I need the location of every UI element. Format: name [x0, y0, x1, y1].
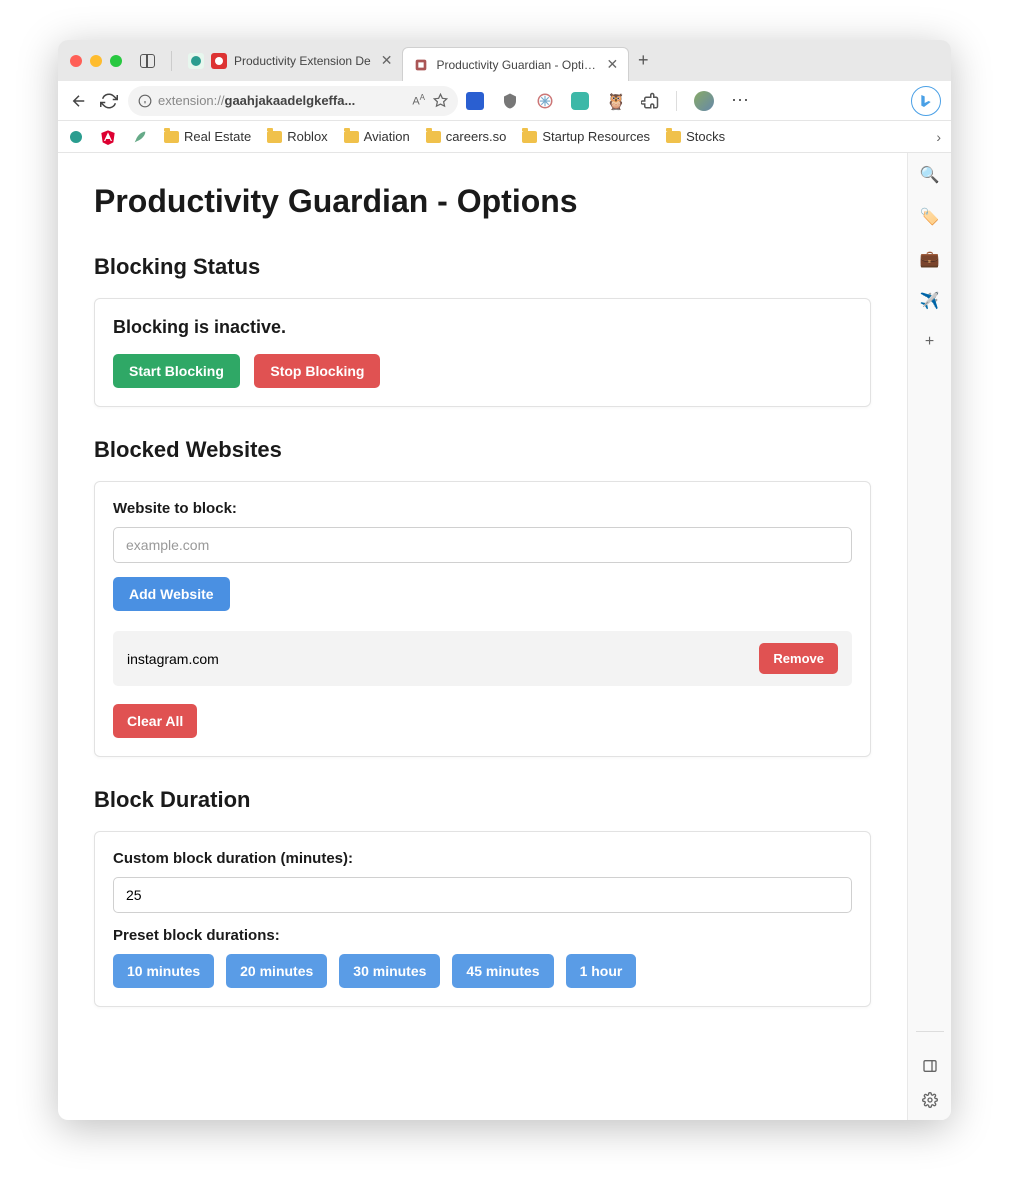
clear-all-button[interactable]: Clear All — [113, 704, 197, 738]
bookmark-angular[interactable] — [100, 129, 116, 145]
send-sidebar-icon[interactable]: ✈️ — [920, 291, 940, 311]
ext-claude-icon[interactable] — [536, 92, 554, 110]
recording-icon — [211, 53, 227, 69]
minimize-window-button[interactable] — [90, 55, 102, 67]
text-size-icon[interactable]: AA — [412, 93, 425, 108]
bookmark-feather[interactable] — [132, 129, 148, 145]
tab-1[interactable]: Productivity Extension De ✕ — [178, 44, 402, 78]
window-controls — [70, 55, 122, 67]
bing-button[interactable] — [911, 86, 941, 116]
duration-card: Custom block duration (minutes): Preset … — [94, 831, 871, 1007]
ext-bitwarden-icon[interactable] — [466, 92, 484, 110]
folder-icon — [426, 131, 441, 143]
tab-2-active[interactable]: Productivity Guardian - Options ✕ — [402, 47, 629, 81]
sidebar-toggle-icon[interactable] — [140, 54, 155, 68]
new-tab-button[interactable]: + — [629, 47, 657, 75]
bookmark-stocks[interactable]: Stocks — [666, 129, 725, 144]
close-tab-1-icon[interactable]: ✕ — [381, 52, 393, 69]
folder-icon — [267, 131, 282, 143]
back-button[interactable] — [68, 90, 90, 112]
bookmark-real-estate[interactable]: Real Estate — [164, 129, 251, 144]
ext-shield-icon[interactable] — [501, 92, 519, 110]
folder-icon — [344, 131, 359, 143]
preset-1h-button[interactable]: 1 hour — [566, 954, 637, 988]
extensions-icon[interactable] — [641, 92, 659, 110]
preset-30-button[interactable]: 30 minutes — [339, 954, 440, 988]
panel-sidebar-icon[interactable] — [922, 1058, 938, 1074]
search-sidebar-icon[interactable]: 🔍 — [920, 165, 940, 185]
more-menu-button[interactable]: ⋯ — [731, 90, 750, 111]
briefcase-sidebar-icon[interactable]: 💼 — [920, 249, 940, 269]
duration-heading: Block Duration — [94, 787, 871, 813]
profile-avatar[interactable] — [694, 91, 714, 111]
add-website-button[interactable]: Add Website — [113, 577, 230, 611]
add-sidebar-icon[interactable]: + — [925, 333, 934, 351]
right-sidebar: 🔍 🏷️ 💼 ✈️ + — [907, 153, 951, 1120]
tab-favicon-1 — [188, 53, 204, 69]
preset-10-button[interactable]: 10 minutes — [113, 954, 214, 988]
bookmarks-bar: Real Estate Roblox Aviation careers.so S… — [58, 121, 951, 153]
ext-owl-icon[interactable]: 🦉 — [606, 92, 624, 110]
tab-title-1: Productivity Extension De — [234, 54, 371, 68]
folder-icon — [522, 131, 537, 143]
blocked-heading: Blocked Websites — [94, 437, 871, 463]
custom-duration-input[interactable] — [113, 877, 852, 913]
status-text: Blocking is inactive. — [113, 317, 852, 338]
blocked-site-domain: instagram.com — [127, 651, 219, 667]
bookmark-startup[interactable]: Startup Resources — [522, 129, 650, 144]
tab-title-2: Productivity Guardian - Options — [436, 58, 596, 72]
address-bar[interactable]: extension://gaahjakaadelgkeffa... AA — [128, 86, 458, 116]
bookmark-careers[interactable]: careers.so — [426, 129, 507, 144]
start-blocking-button[interactable]: Start Blocking — [113, 354, 240, 388]
maximize-window-button[interactable] — [110, 55, 122, 67]
preset-duration-label: Preset block durations: — [113, 927, 852, 944]
info-icon — [138, 94, 152, 108]
preset-45-button[interactable]: 45 minutes — [452, 954, 553, 988]
bookmarks-overflow-button[interactable]: › — [936, 129, 941, 145]
website-input-label: Website to block: — [113, 500, 852, 517]
custom-duration-label: Custom block duration (minutes): — [113, 850, 852, 867]
settings-sidebar-icon[interactable] — [922, 1092, 938, 1108]
close-tab-2-icon[interactable]: ✕ — [606, 56, 618, 73]
folder-icon — [164, 131, 179, 143]
website-input[interactable] — [113, 527, 852, 563]
folder-icon — [666, 131, 681, 143]
ext-teal-icon[interactable] — [571, 92, 589, 110]
remove-site-button[interactable]: Remove — [759, 643, 838, 674]
blocked-site-row: instagram.com Remove — [113, 631, 852, 686]
address-text: extension://gaahjakaadelgkeffa... — [158, 93, 355, 108]
tab-favicon-2 — [413, 57, 429, 73]
browser-window: Productivity Extension De ✕ Productivity… — [58, 40, 951, 1120]
toolbar: extension://gaahjakaadelgkeffa... AA 🦉 ⋯ — [58, 81, 951, 121]
favorite-icon[interactable] — [433, 93, 448, 108]
preset-row: 10 minutes 20 minutes 30 minutes 45 minu… — [113, 954, 852, 988]
status-heading: Blocking Status — [94, 254, 871, 280]
page-title: Productivity Guardian - Options — [94, 183, 871, 220]
page-content: Productivity Guardian - Options Blocking… — [58, 153, 907, 1120]
stop-blocking-button[interactable]: Stop Blocking — [254, 354, 380, 388]
status-card: Blocking is inactive. Start Blocking Sto… — [94, 298, 871, 407]
bookmark-aviation[interactable]: Aviation — [344, 129, 410, 144]
preset-20-button[interactable]: 20 minutes — [226, 954, 327, 988]
extension-icons: 🦉 ⋯ — [466, 90, 750, 111]
blocked-card: Website to block: Add Website instagram.… — [94, 481, 871, 757]
tab-bar: Productivity Extension De ✕ Productivity… — [58, 40, 951, 81]
bookmark-openai[interactable] — [68, 129, 84, 145]
close-window-button[interactable] — [70, 55, 82, 67]
shopping-sidebar-icon[interactable]: 🏷️ — [920, 207, 940, 227]
bookmark-roblox[interactable]: Roblox — [267, 129, 327, 144]
reload-button[interactable] — [98, 90, 120, 112]
